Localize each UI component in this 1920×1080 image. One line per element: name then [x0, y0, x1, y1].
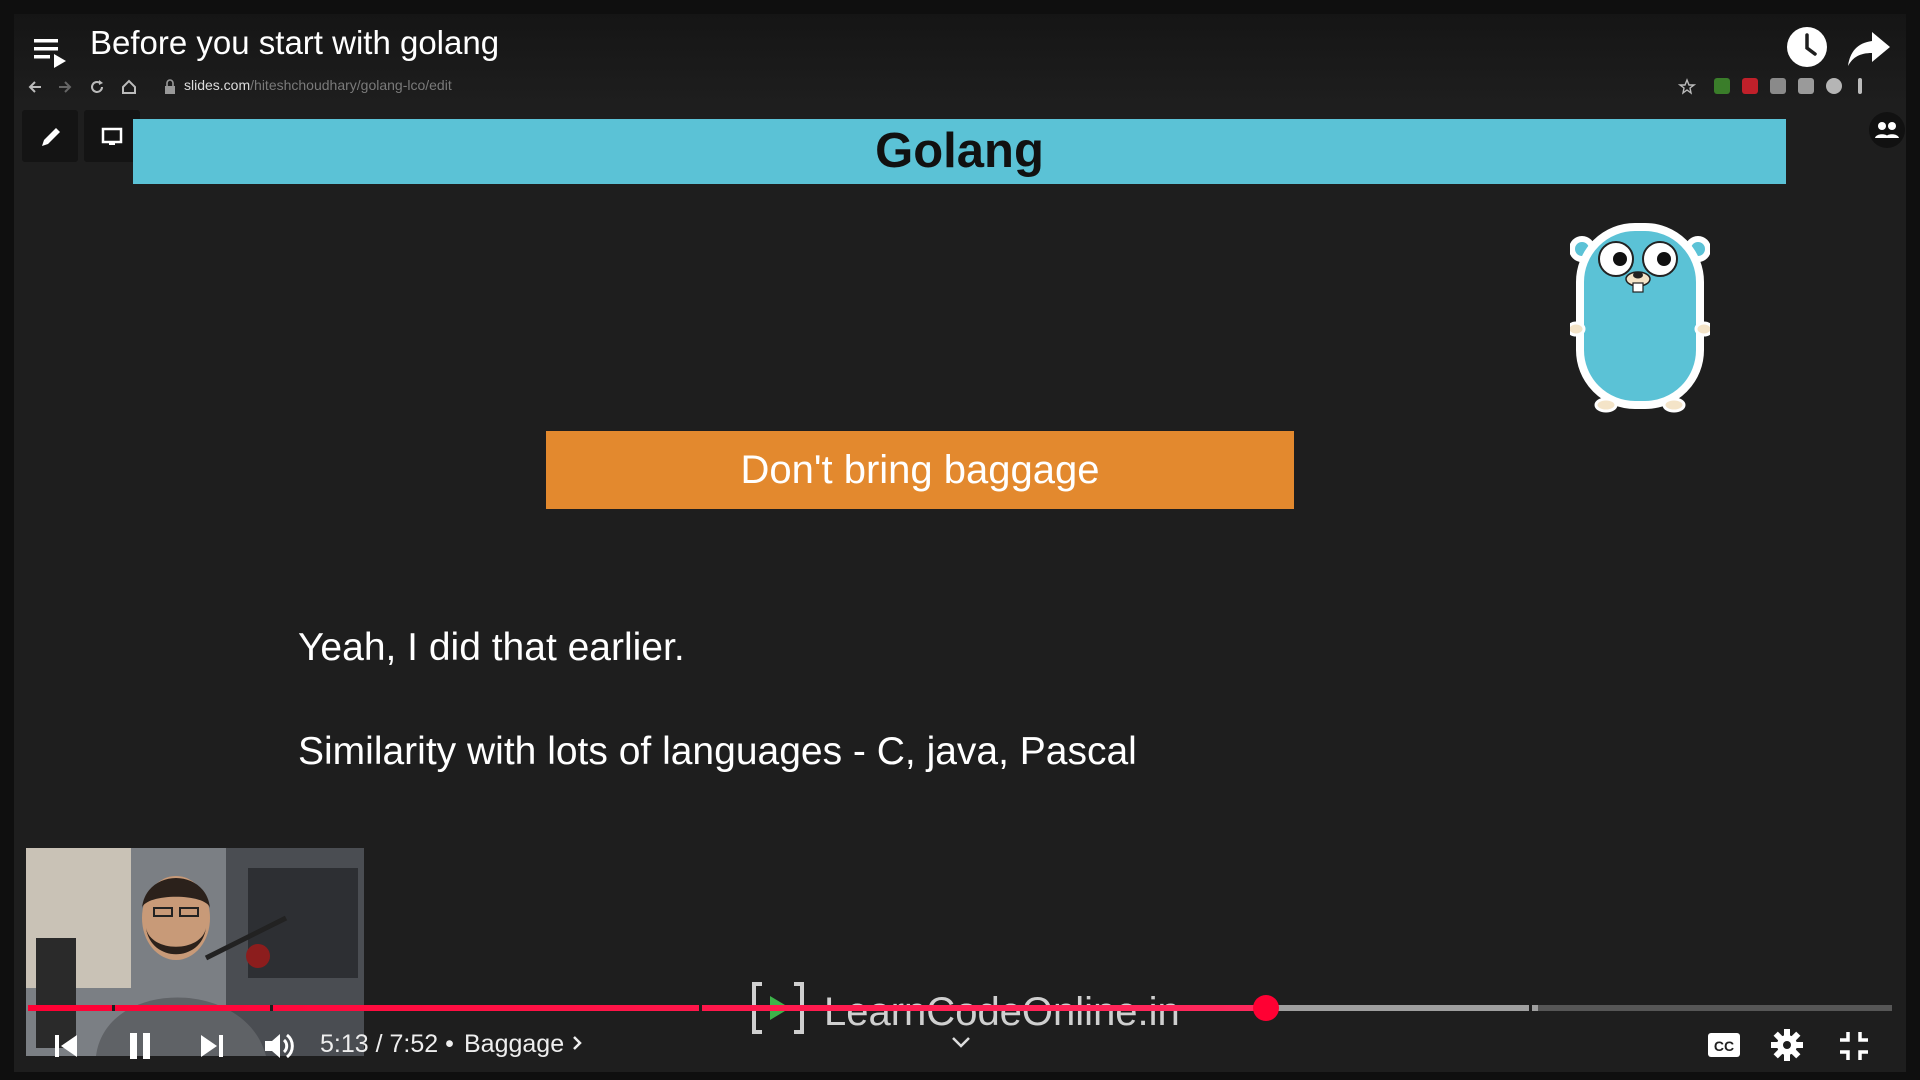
- forward-icon[interactable]: [56, 78, 74, 96]
- clock-icon[interactable]: [1784, 24, 1830, 70]
- present-icon: [101, 127, 123, 145]
- home-icon[interactable]: [120, 78, 138, 96]
- chapter-marker: [111, 1005, 115, 1011]
- highlight-banner: Don't bring baggage: [546, 431, 1294, 509]
- volume-icon[interactable]: [262, 1030, 296, 1062]
- shield-icon[interactable]: [1770, 78, 1786, 94]
- chapter-separator: •: [445, 1030, 454, 1058]
- chapter-marker: [699, 1005, 703, 1011]
- time-separator: /: [375, 1030, 383, 1058]
- chevron-down-icon[interactable]: [950, 1034, 972, 1050]
- progress-scrubber[interactable]: [1252, 995, 1279, 1021]
- chevron-right-icon: [573, 1036, 582, 1050]
- chapter-marker: [270, 1005, 274, 1011]
- avatar[interactable]: [1826, 78, 1842, 94]
- slide-header-bar: Golang: [133, 119, 1786, 184]
- exit-fullscreen-icon[interactable]: [1838, 1030, 1870, 1062]
- slide-bullet: Similarity with lots of languages - C, j…: [298, 730, 1137, 773]
- presenter-webcam: [26, 848, 364, 1056]
- browser-address-bar: slides.com/hiteshchoudhary/golang-lco/ed…: [14, 72, 1906, 100]
- share-icon[interactable]: [1846, 26, 1892, 70]
- progress-bar[interactable]: [28, 995, 1892, 1021]
- chapter-marker: [1528, 1005, 1532, 1011]
- extension-icon[interactable]: [1714, 78, 1730, 94]
- pen-tool-button[interactable]: [22, 110, 78, 162]
- puzzle-icon[interactable]: [1798, 78, 1814, 94]
- progress-played: [28, 1005, 1266, 1011]
- time-display: 5:13 / 7:52 •: [320, 1030, 454, 1059]
- skip-previous-icon[interactable]: [52, 1032, 80, 1060]
- pen-icon: [42, 128, 60, 146]
- present-button[interactable]: [84, 110, 140, 162]
- pause-icon[interactable]: [124, 1030, 156, 1062]
- reload-icon[interactable]: [88, 78, 106, 96]
- chapter-title: Baggage: [464, 1030, 565, 1058]
- lock-icon: [165, 79, 175, 94]
- kebab-menu-icon[interactable]: [1858, 78, 1862, 94]
- watermark-text: LearnCodeOnline.in: [824, 990, 1180, 1034]
- extension-icon[interactable]: [1742, 78, 1758, 94]
- back-icon[interactable]: [26, 78, 44, 96]
- chapter-button[interactable]: Baggage: [464, 1030, 583, 1059]
- highlight-text: Don't bring baggage: [740, 448, 1100, 492]
- current-time: 5:13: [320, 1030, 369, 1058]
- duration: 7:52: [389, 1030, 439, 1058]
- svg-text:CC: CC: [1714, 1038, 1734, 1054]
- star-icon[interactable]: [1678, 78, 1696, 96]
- captions-icon[interactable]: CC: [1706, 1030, 1742, 1060]
- skip-next-icon[interactable]: [198, 1032, 226, 1060]
- slide-bullet: Yeah, I did that earlier.: [298, 626, 685, 669]
- top-overlay: Before you start with golang slides.com/…: [14, 14, 1906, 104]
- settings-icon[interactable]: [1770, 1028, 1804, 1062]
- video-player[interactable]: Before you start with golang slides.com/…: [14, 14, 1906, 1072]
- slide-title: Golang: [875, 124, 1044, 178]
- video-title[interactable]: Before you start with golang: [90, 24, 499, 62]
- people-icon[interactable]: [1869, 112, 1905, 148]
- gopher-mascot: [1570, 223, 1710, 413]
- playlist-icon[interactable]: [32, 34, 68, 68]
- url-text[interactable]: slides.com/hiteshchoudhary/golang-lco/ed…: [184, 77, 452, 93]
